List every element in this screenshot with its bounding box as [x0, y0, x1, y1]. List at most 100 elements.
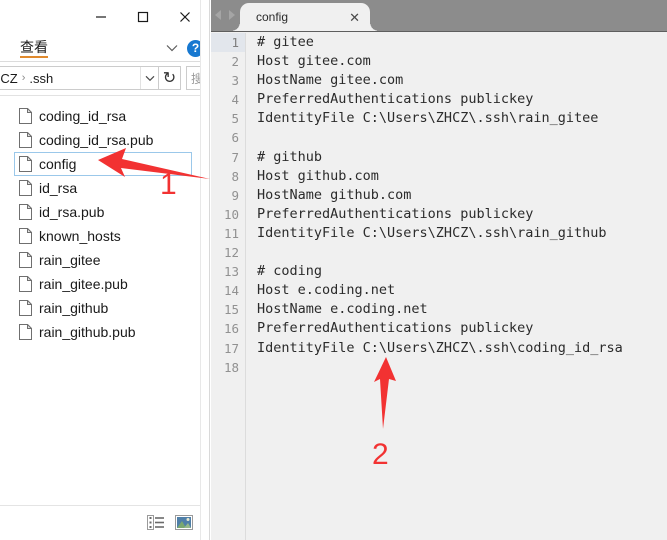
code-line-text: HostName github.com [257, 186, 412, 203]
code-line[interactable]: 4 PreferredAuthentications publickey [211, 90, 667, 109]
code-line-text: # gitee [257, 34, 314, 50]
window-controls [80, 0, 206, 34]
ribbon-divider [0, 61, 209, 62]
code-line[interactable]: 2 Host gitee.com [211, 52, 667, 71]
code-line[interactable]: 6 [211, 128, 667, 147]
line-number: 16 [223, 321, 239, 337]
code-line[interactable]: 17 IdentityFile C:\Users\ZHCZ\.ssh\coding… [211, 339, 667, 358]
screenshot-root: 查看 ? HCZ › .ssh ↻ 搜 [0, 0, 667, 540]
code-line[interactable]: 5 IdentityFile C:\Users\ZHCZ\.ssh\rain_gi… [211, 109, 667, 128]
line-number: 13 [223, 264, 239, 280]
editor-tab-bar: config ✕ [211, 0, 667, 32]
document-icon [19, 132, 32, 148]
document-icon [19, 300, 32, 316]
code-line-text: IdentityFile C:\Users\ZHCZ\.ssh\rain_git… [257, 110, 599, 127]
document-icon [19, 204, 32, 220]
line-number: 6 [231, 130, 239, 146]
code-content-area[interactable]: 1 # gitee 2 Host gitee.com 3 HostName gitee.c… [211, 33, 667, 540]
line-number: 2 [231, 54, 239, 70]
code-line[interactable]: 12 [211, 243, 667, 262]
code-line[interactable]: 3 HostName gitee.com [211, 71, 667, 90]
minimize-button[interactable] [80, 2, 122, 32]
chevron-down-icon[interactable] [165, 41, 179, 55]
document-icon [19, 228, 32, 244]
explorer-titlebar [0, 0, 209, 34]
file-name-label: rain_github.pub [39, 324, 136, 340]
line-number: 17 [223, 340, 239, 356]
code-line-text: PreferredAuthentications publickey [257, 205, 534, 222]
file-name-label: rain_gitee [39, 252, 101, 268]
line-number: 10 [223, 206, 239, 222]
code-line[interactable]: 16 PreferredAuthentications publickey [211, 319, 667, 338]
code-line-text: HostName gitee.com [257, 72, 404, 89]
code-line-text: Host gitee.com [257, 53, 371, 70]
file-name-label: id_rsa.pub [39, 204, 105, 220]
file-name-label: id_rsa [39, 180, 78, 196]
file-explorer-window: 查看 ? HCZ › .ssh ↻ 搜 [0, 0, 210, 540]
file-item[interactable]: coding_id_rsa.pub [14, 128, 192, 152]
code-line-text: # github [257, 148, 323, 165]
view-mode-toggles [147, 515, 193, 530]
chevron-down-icon[interactable] [140, 67, 158, 89]
refresh-icon[interactable]: ↻ [159, 66, 181, 90]
breadcrumb-separator: › [21, 72, 26, 84]
arrow-left-icon[interactable] [213, 9, 224, 21]
address-bar-row: HCZ › .ssh ↻ 搜 [0, 66, 209, 90]
file-list[interactable]: coding_id_rsa coding_id_rsa.pubconfig id_r… [0, 100, 200, 500]
code-line[interactable]: 14 Host e.coding.net [211, 281, 667, 300]
status-bar-divider [0, 505, 209, 506]
address-bar[interactable]: HCZ › .ssh [0, 66, 159, 90]
code-line[interactable]: 7 # github [211, 148, 667, 167]
file-name-label: coding_id_rsa.pub [39, 132, 154, 148]
maximize-button[interactable] [122, 2, 164, 32]
line-number: 15 [223, 302, 239, 318]
code-line[interactable]: 15 HostName e.coding.net [211, 300, 667, 319]
document-icon [19, 324, 32, 340]
code-line-text: HostName e.coding.net [257, 301, 428, 318]
line-number: 7 [231, 149, 239, 165]
code-line-text: # coding [257, 263, 323, 280]
code-line[interactable]: 13 # coding [211, 262, 667, 281]
document-icon [19, 180, 32, 196]
file-item[interactable]: known_hosts [14, 224, 192, 248]
line-number: 11 [223, 225, 239, 241]
breadcrumb-item-ssh[interactable]: .ssh [29, 71, 53, 86]
address-divider [0, 95, 209, 96]
file-item[interactable]: rain_github.pub [14, 320, 192, 344]
arrow-right-icon[interactable] [226, 9, 237, 21]
file-item[interactable]: coding_id_rsa [14, 104, 192, 128]
tab-config[interactable]: config ✕ [231, 3, 379, 31]
large-icons-view-icon[interactable] [175, 515, 193, 530]
code-line[interactable]: 18 [211, 358, 667, 377]
file-item[interactable]: rain_gitee [14, 248, 192, 272]
code-line[interactable]: 11 IdentityFile C:\Users\ZHCZ\.ssh\rain_g… [211, 224, 667, 243]
file-item[interactable]: id_rsa [14, 176, 192, 200]
line-number: 14 [223, 283, 239, 299]
close-icon[interactable]: ✕ [349, 11, 360, 24]
line-number: 1 [211, 33, 245, 53]
breadcrumb[interactable]: HCZ › .ssh [0, 71, 140, 86]
line-number: 18 [223, 359, 239, 375]
file-name-label: config [39, 156, 77, 172]
line-number: 9 [231, 187, 239, 203]
code-line[interactable]: 9 HostName github.com [211, 186, 667, 205]
file-item-selected[interactable]: config [14, 152, 192, 176]
code-line-text: PreferredAuthentications publickey [257, 320, 534, 337]
code-line[interactable]: 10 PreferredAuthentications publickey [211, 205, 667, 224]
code-line-text: IdentityFile C:\Users\ZHCZ\.ssh\coding_i… [257, 339, 623, 356]
document-icon [19, 276, 32, 292]
file-item[interactable]: rain_gitee.pub [14, 272, 192, 296]
file-item[interactable]: id_rsa.pub [14, 200, 192, 224]
code-line-text: Host github.com [257, 167, 379, 184]
breadcrumb-item-user[interactable]: HCZ [0, 71, 18, 86]
file-item[interactable]: rain_github [14, 296, 192, 320]
file-name-label: rain_github [39, 300, 109, 316]
code-line[interactable]: 1 # gitee [211, 33, 667, 53]
file-name-label: known_hosts [39, 228, 121, 244]
ribbon-tab-bar: 查看 ? [0, 34, 209, 62]
code-line[interactable]: 8 Host github.com [211, 167, 667, 186]
document-icon [19, 252, 32, 268]
file-name-label: coding_id_rsa [39, 108, 127, 124]
details-view-icon[interactable] [147, 515, 165, 530]
ribbon-tab-view[interactable]: 查看 [20, 39, 48, 58]
